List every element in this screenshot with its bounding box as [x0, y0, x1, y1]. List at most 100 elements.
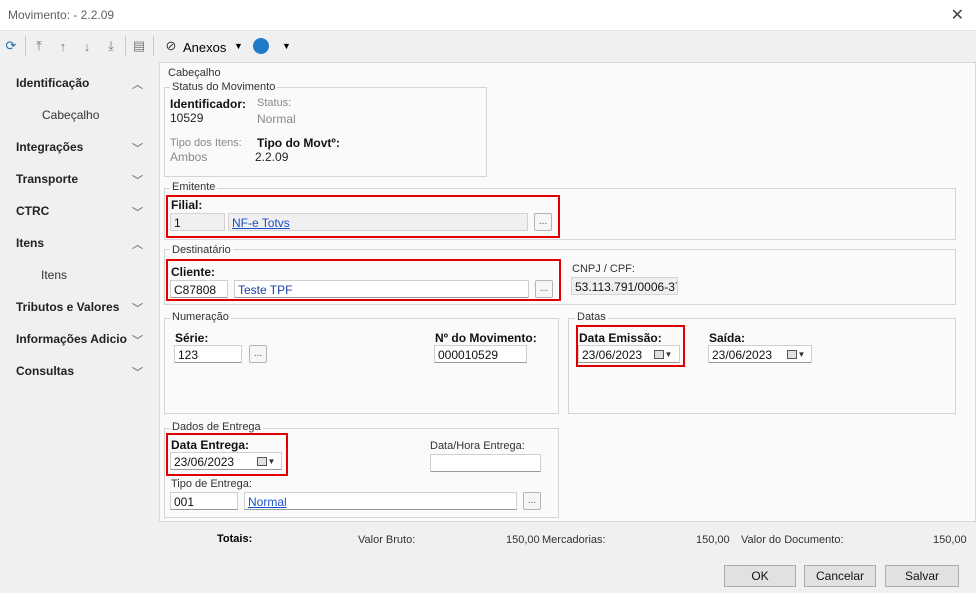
toolbar-divider	[125, 36, 126, 56]
serie-label: Série:	[175, 331, 209, 345]
sidebar-item-identificacao[interactable]: Identificação	[16, 76, 89, 90]
filial-label: Filial:	[171, 198, 203, 212]
toolbar: ⟳ ⤒ ↑ ↓ ⤓ ▤ ⊘ Anexos ▼ ▼	[0, 31, 976, 61]
chevron-down-icon[interactable]: ▼	[234, 41, 243, 51]
valor-documento-value: 150,00	[933, 534, 967, 546]
close-icon[interactable]: ✕	[951, 5, 964, 25]
filial-name-input[interactable]: NF-e Totvs	[228, 213, 528, 231]
options-icon[interactable]	[253, 38, 269, 54]
numero-input[interactable]: 000010529	[434, 345, 527, 363]
data-entrega-value: 23/06/2023	[174, 455, 235, 469]
datas-group-title: Datas	[575, 311, 608, 323]
calendar-icon[interactable]: ▼	[783, 346, 809, 362]
cnpj-label: CNPJ / CPF:	[572, 263, 635, 275]
tipo-entrega-name-input[interactable]: Normal	[244, 492, 517, 510]
entrega-group-title: Dados de Entrega	[170, 421, 263, 433]
toolbar-divider	[25, 36, 26, 56]
cnpj-field[interactable]: 53.113.791/0006-37	[571, 277, 678, 295]
identificador-label: Identificador:	[170, 97, 247, 111]
calendar-glyph	[786, 349, 797, 359]
calendar-glyph	[256, 456, 267, 466]
chevron-down-icon[interactable]: ﹀	[132, 332, 143, 348]
chevron-down-icon[interactable]: ﹀	[132, 204, 143, 220]
sidebar-item-ctrc[interactable]: CTRC	[16, 204, 49, 218]
chevron-down-icon[interactable]: ﹀	[132, 172, 143, 188]
move-down-icon[interactable]: ↓	[78, 37, 96, 55]
sidebar-item-tributos[interactable]: Tributos e Valores	[16, 300, 119, 314]
saida-value: 23/06/2023	[712, 348, 773, 362]
mercadorias-label: Mercadorias:	[542, 534, 606, 546]
window-title: Movimento: - 2.2.09	[8, 8, 115, 22]
cliente-name-input[interactable]: Teste TPF	[234, 280, 529, 298]
sidebar-item-transporte[interactable]: Transporte	[16, 172, 78, 186]
sidebar-item-itens-sub[interactable]: Itens	[41, 268, 67, 282]
refresh-icon[interactable]: ⟳	[2, 37, 20, 55]
valor-bruto-value: 150,00	[506, 534, 540, 546]
attachments-button[interactable]: Anexos	[183, 40, 226, 55]
cliente-lookup-button[interactable]: ...	[535, 280, 553, 298]
header-group-label: Cabeçalho	[166, 67, 223, 79]
tipo-entrega-label: Tipo de Entrega:	[171, 478, 252, 490]
chevron-down-icon[interactable]: ﹀	[132, 300, 143, 316]
sidebar-item-informacoes[interactable]: Informações Adicio	[16, 332, 127, 346]
identificador-value: 10529	[170, 111, 204, 125]
cancel-button[interactable]: Cancelar	[804, 565, 876, 587]
ok-button[interactable]: OK	[724, 565, 796, 587]
sidebar-item-itens[interactable]: Itens	[16, 236, 44, 250]
filial-lookup-button[interactable]: ...	[534, 213, 552, 231]
dropdown-arrow-icon: ▼	[267, 456, 276, 466]
data-hora-entrega-label: Data/Hora Entrega:	[430, 440, 525, 452]
destinatario-group-title: Destinatário	[170, 244, 233, 256]
status-group-title: Status do Movimento	[170, 81, 278, 93]
data-emissao-value: 23/06/2023	[582, 348, 643, 362]
dropdown-arrow-icon: ▼	[797, 349, 806, 359]
data-entrega-label: Data Entrega:	[171, 438, 250, 452]
calendar-icon[interactable]: ▼	[650, 346, 676, 362]
sidebar-item-cabecalho[interactable]: Cabeçalho	[42, 108, 99, 122]
chevron-down-icon[interactable]: ▼	[282, 41, 291, 51]
filial-code-input[interactable]: 1	[170, 213, 225, 231]
serie-lookup-button[interactable]: ...	[249, 345, 267, 363]
data-emissao-label: Data Emissão:	[579, 331, 662, 345]
saida-label: Saída:	[709, 331, 746, 345]
sidebar-item-consultas[interactable]: Consultas	[16, 364, 74, 378]
save-button[interactable]: Salvar	[885, 565, 959, 587]
tipo-movto-label: Tipo do Movtº:	[257, 136, 340, 150]
document-icon[interactable]: ▤	[130, 37, 148, 55]
move-up-icon[interactable]: ↑	[54, 37, 72, 55]
mercadorias-value: 150,00	[696, 534, 730, 546]
serie-input[interactable]: 123	[174, 345, 242, 363]
tipo-itens-value: Ambos	[170, 150, 208, 164]
tipo-entrega-lookup-button[interactable]: ...	[523, 492, 541, 510]
tipo-entrega-code-input[interactable]: 001	[170, 492, 238, 510]
cliente-code-input[interactable]: C87808	[170, 280, 228, 298]
totals-label: Totais:	[217, 533, 253, 545]
chevron-up-icon[interactable]: ︿	[132, 236, 143, 252]
status-value: Normal	[257, 112, 296, 126]
tipo-entrega-link[interactable]: Normal	[248, 495, 287, 509]
data-hora-entrega-input[interactable]	[430, 454, 541, 472]
sidebar: Identificação ︿ Cabeçalho Integrações ﹀ …	[0, 62, 158, 593]
toolbar-divider	[153, 36, 154, 56]
tipo-itens-label: Tipo dos Itens:	[170, 137, 242, 149]
valor-bruto-label: Valor Bruto:	[358, 534, 416, 546]
cliente-label: Cliente:	[171, 265, 216, 279]
numeracao-group-title: Numeração	[170, 311, 231, 323]
title-bar: Movimento: - 2.2.09 ✕	[0, 0, 976, 31]
status-label: Status:	[257, 97, 292, 109]
form-panel: Cabeçalho Status do Movimento Identifica…	[159, 62, 976, 522]
emitente-group-title: Emitente	[170, 181, 218, 193]
move-first-icon[interactable]: ⤒	[30, 37, 48, 55]
tipo-movto-value: 2.2.09	[255, 150, 289, 164]
sidebar-item-integracoes[interactable]: Integrações	[16, 140, 83, 154]
paperclip-icon[interactable]: ⊘	[162, 37, 180, 55]
totals-bar: Totais: Valor Bruto: 150,00 Mercadorias:…	[159, 525, 976, 555]
chevron-down-icon[interactable]: ﹀	[132, 364, 143, 380]
chevron-up-icon[interactable]: ︿	[132, 76, 143, 92]
valor-documento-label: Valor do Documento:	[741, 534, 844, 546]
filial-name-link[interactable]: NF-e Totvs	[232, 216, 290, 230]
chevron-down-icon[interactable]: ﹀	[132, 140, 143, 156]
calendar-glyph	[653, 349, 664, 359]
calendar-icon[interactable]: ▼	[253, 453, 279, 469]
move-last-icon[interactable]: ⤓	[102, 37, 120, 55]
